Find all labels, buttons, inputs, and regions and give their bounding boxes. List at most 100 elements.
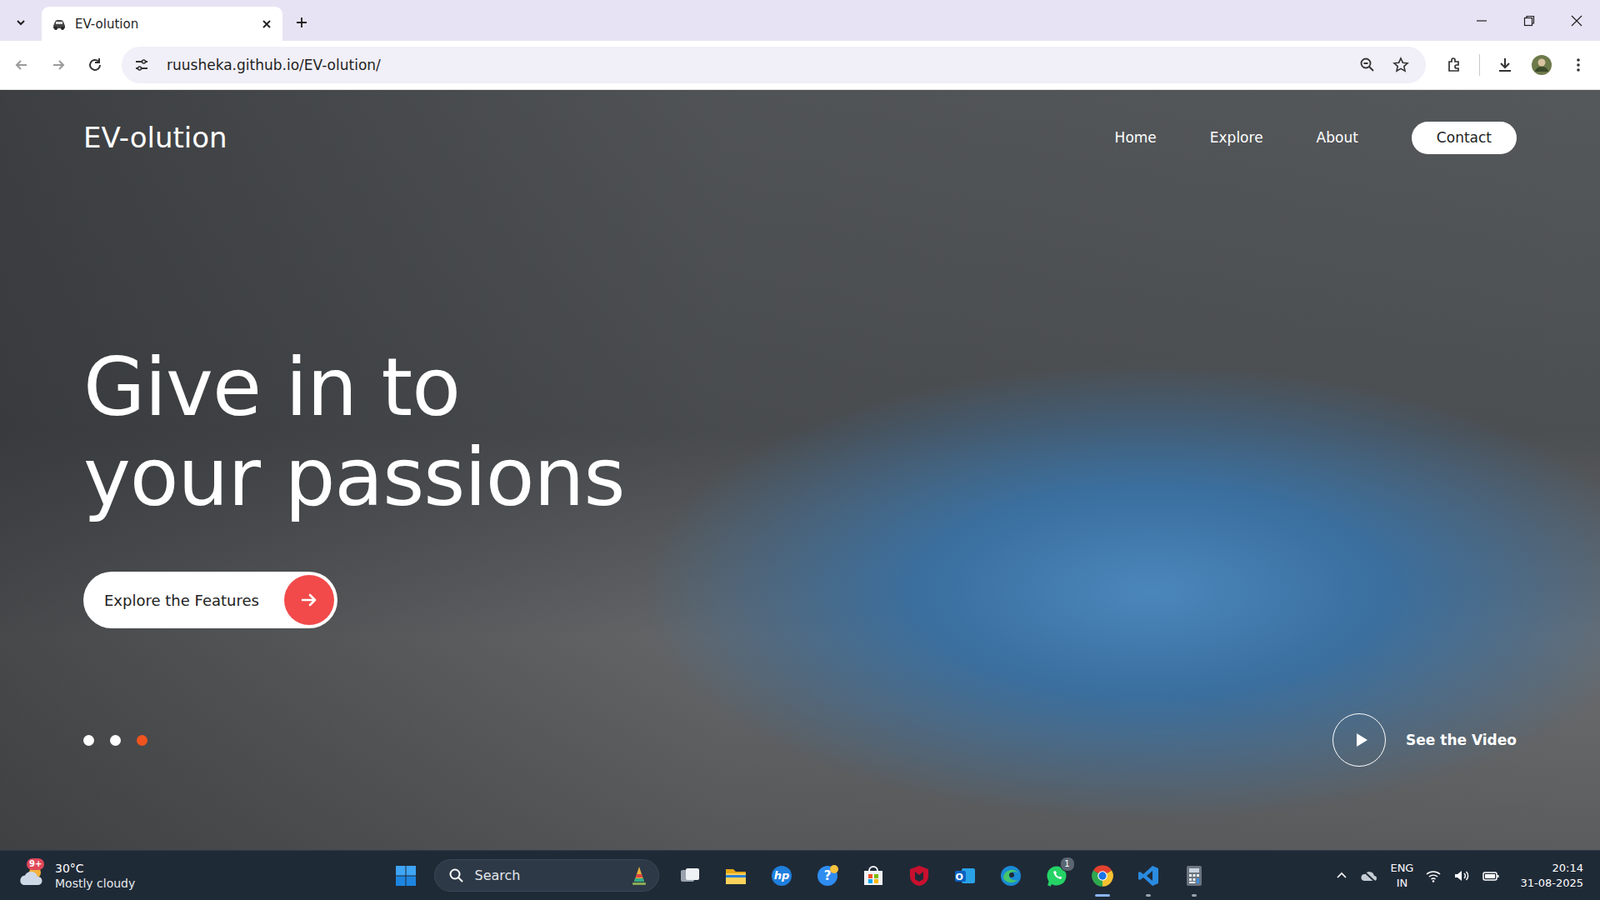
folder-icon — [724, 864, 748, 888]
taskview-app-button[interactable] — [667, 852, 714, 900]
calculator-icon — [1182, 864, 1206, 888]
site-info-icon[interactable] — [133, 56, 150, 74]
desktop: EV-olution ruusheka.github.io/EV-olution/… — [0, 0, 1600, 900]
tab-strip: EV-olution — [0, 0, 1600, 41]
battery-icon[interactable] — [1481, 868, 1500, 884]
reload-button[interactable] — [78, 48, 112, 82]
browser-tab[interactable]: EV-olution — [41, 6, 283, 41]
notification-badge: 1 — [1060, 856, 1075, 872]
weather-summary: Mostly cloudy — [55, 875, 135, 891]
outlook-app-button[interactable]: O — [942, 852, 989, 900]
shield-icon — [907, 864, 931, 888]
date: 31-08-2025 — [1520, 875, 1584, 891]
nav-link[interactable]: About — [1316, 129, 1359, 146]
help-app-button[interactable]: ? — [805, 852, 851, 900]
cta-label: Explore the Features — [104, 591, 260, 610]
url-text[interactable]: ruusheka.github.io/EV-olution/ — [166, 56, 1343, 74]
menu-button[interactable] — [1561, 48, 1595, 82]
app-glyph: ? — [805, 852, 851, 900]
wifi-icon[interactable] — [1425, 868, 1442, 884]
chevron-up-icon[interactable] — [1335, 869, 1349, 883]
arrow-right-icon — [299, 590, 320, 610]
play-icon — [1351, 730, 1370, 750]
video-label: See the Video — [1405, 731, 1517, 749]
vscode-logo-icon — [1136, 864, 1160, 888]
star-icon[interactable] — [1392, 56, 1410, 74]
minimize-icon — [1475, 15, 1488, 27]
chrome-app-button[interactable] — [1080, 852, 1126, 900]
close-window-button[interactable] — [1552, 0, 1600, 41]
profile-button[interactable] — [1525, 48, 1559, 82]
downloads-button[interactable] — [1488, 48, 1522, 82]
zoom-out-icon[interactable] — [1359, 56, 1376, 74]
task-view-icon — [678, 864, 702, 888]
calculator-app-button[interactable] — [1171, 852, 1218, 900]
tab-search-button[interactable] — [6, 8, 35, 37]
hp-app-button[interactable]: hp — [759, 852, 805, 900]
slide-dot[interactable] — [110, 735, 121, 746]
tab-title: EV-olution — [75, 16, 253, 32]
minimize-button[interactable] — [1457, 0, 1505, 41]
address-bar[interactable]: ruusheka.github.io/EV-olution/ — [121, 46, 1426, 84]
restore-button[interactable] — [1505, 0, 1553, 41]
see-video-button[interactable]: See the Video — [1332, 713, 1517, 767]
clock[interactable]: 20:1431-08-2025 — [1520, 860, 1584, 891]
extensions-button[interactable] — [1437, 48, 1471, 82]
puzzle-icon — [1445, 56, 1463, 74]
taskbar: 9+ 30°CMostly cloudy Search hp? O 1 ENGIN 20:14… — [0, 850, 1600, 900]
store-app-button[interactable] — [850, 852, 897, 900]
speaker-icon[interactable] — [1453, 868, 1470, 884]
search-placeholder: Search — [475, 867, 620, 884]
restore-icon — [1523, 15, 1535, 27]
search-highlight-icon — [630, 865, 649, 887]
back-button[interactable] — [5, 48, 39, 82]
forward-button[interactable] — [41, 48, 75, 82]
edge-app-button[interactable] — [988, 852, 1035, 900]
reload-icon — [86, 56, 104, 74]
slide-dot[interactable] — [83, 735, 95, 746]
start-button[interactable] — [383, 852, 430, 900]
language-indicator[interactable]: ENGIN — [1390, 860, 1414, 891]
forward-arrow-icon — [50, 56, 67, 74]
taskbar-search[interactable]: Search — [434, 859, 660, 892]
language: ENG — [1390, 860, 1414, 876]
play-button[interactable] — [1332, 713, 1386, 767]
mcafee-app-button[interactable] — [896, 852, 943, 900]
chrome-logo-icon — [1090, 864, 1115, 888]
weather-widget[interactable]: 9+ 30°CMostly cloudy — [18, 860, 135, 891]
site-nav: EV-olution Home Explore About Contact — [83, 90, 1517, 185]
plus-icon — [295, 15, 309, 30]
download-icon — [1496, 56, 1514, 74]
slide-dot[interactable] — [136, 735, 148, 746]
toolbar-divider — [1479, 54, 1480, 76]
new-tab-button[interactable] — [287, 8, 316, 37]
avatar-icon — [1530, 54, 1553, 76]
running-indicator — [1145, 894, 1151, 897]
nav-link[interactable]: Home — [1115, 129, 1157, 146]
headline-line: Give in to — [83, 342, 1517, 433]
contact-button[interactable]: Contact — [1411, 121, 1517, 155]
search-icon — [448, 867, 465, 885]
cta-arrow-button[interactable] — [284, 575, 335, 625]
app-glyph: O — [942, 852, 989, 900]
headline: Give in toyour passions — [83, 342, 1517, 523]
site-logo[interactable]: EV-olution — [83, 120, 228, 155]
region: IN — [1396, 875, 1409, 891]
weather-badge: 9+ — [26, 858, 45, 870]
more-vertical-icon — [1570, 56, 1587, 74]
whatsapp-app-button[interactable]: 1 — [1034, 852, 1080, 900]
close-icon[interactable] — [260, 18, 273, 30]
time: 20:14 — [1552, 860, 1584, 876]
browser-toolbar: ruusheka.github.io/EV-olution/ — [0, 40, 1600, 90]
temperature: 30°C — [55, 860, 135, 876]
nav-link[interactable]: Explore — [1210, 129, 1264, 146]
explore-features-button[interactable]: Explore the Features — [83, 571, 338, 629]
store-bag-icon — [861, 864, 885, 888]
headline-line: your passions — [83, 432, 1517, 523]
cloud-off-icon[interactable] — [1360, 868, 1379, 884]
files-app-button[interactable] — [713, 852, 760, 900]
back-arrow-icon — [13, 56, 30, 74]
slide-dots — [83, 735, 148, 746]
chevron-down-icon — [14, 15, 28, 30]
vscode-app-button[interactable] — [1125, 852, 1172, 900]
